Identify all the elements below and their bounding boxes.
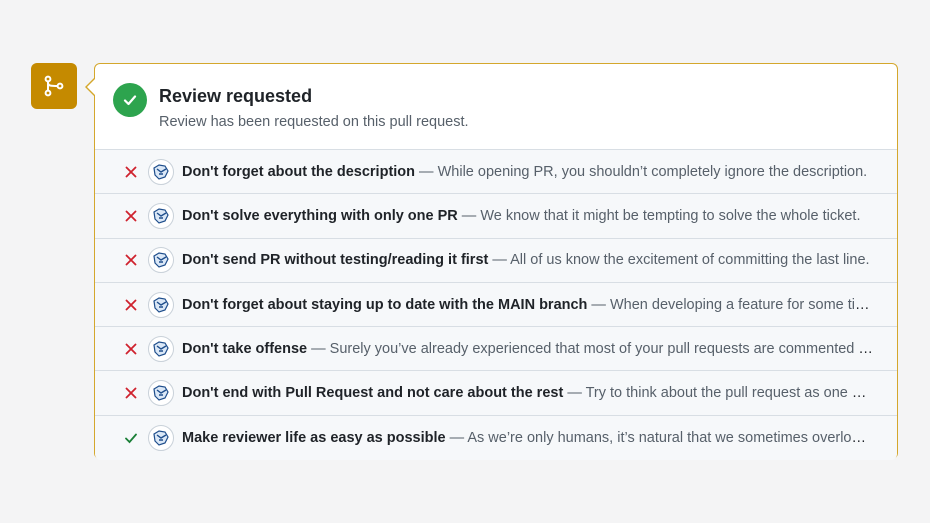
check-separator: — [563, 385, 586, 402]
check-separator: — [457, 207, 481, 224]
x-icon [122, 296, 140, 314]
check-description: We know that it might be tempting to sol… [480, 207, 861, 224]
header-title: Review requested [159, 86, 313, 106]
check-separator: — [307, 340, 330, 357]
check-separator: — [587, 296, 610, 313]
x-icon [122, 340, 140, 358]
check-separator: — [415, 163, 438, 180]
card-caret-fill [87, 79, 95, 95]
check-title: Don't forget about staying up to date wi… [182, 296, 588, 313]
check-row[interactable]: Don't forget about staying up to date wi… [95, 283, 897, 328]
check-text: Don't forget about the description — Whi… [182, 164, 874, 180]
app-avatar-icon [148, 424, 174, 451]
check-row[interactable]: Don't solve everything with only one PR … [95, 194, 897, 239]
review-panel: Review requested Review has been request… [0, 0, 930, 523]
check-row[interactable]: Make reviewer life as easy as possible —… [95, 416, 897, 460]
check-description: As we’re only humans, it’s natural that … [467, 429, 874, 446]
check-title: Make reviewer life as easy as possible [182, 429, 446, 446]
check-row[interactable]: Don't forget about the description — Whi… [95, 150, 897, 195]
check-text: Don't take offense — Surely you’ve alrea… [182, 341, 874, 357]
check-separator: — [445, 429, 468, 446]
x-icon [122, 384, 140, 402]
checks-list: Don't forget about the description — Whi… [95, 150, 897, 461]
check-title: Don't take offense [182, 340, 308, 357]
app-avatar-icon [148, 380, 174, 407]
check-text: Don't solve everything with only one PR … [182, 208, 874, 224]
check-circle-icon [113, 83, 147, 117]
check-icon [122, 429, 140, 447]
check-description: When developing a feature for some time. [609, 296, 874, 313]
merge-badge [31, 63, 77, 109]
check-text: Don't forget about staying up to date wi… [182, 297, 874, 313]
x-icon [122, 163, 140, 181]
check-row[interactable]: Don't send PR without testing/reading it… [95, 239, 897, 283]
git-branch-icon [44, 75, 64, 97]
check-description: Try to think about the pull request as o… [585, 385, 874, 402]
check-description: Surely you’ve already experienced that m… [329, 340, 874, 357]
check-description: All of us know the excitement of committ… [510, 252, 870, 269]
check-title: Don't solve everything with only one PR [182, 207, 458, 224]
check-title: Don't end with Pull Request and not care… [182, 385, 564, 402]
check-row[interactable]: Don't take offense — Surely you’ve alrea… [95, 327, 897, 372]
app-avatar-icon [148, 158, 174, 185]
app-avatar-icon [148, 247, 174, 274]
x-icon [122, 251, 140, 269]
review-card: Review requested Review has been request… [94, 63, 898, 461]
app-avatar-icon [148, 291, 174, 318]
check-description: While opening PR, you shouldn’t complete… [437, 163, 868, 180]
check-row[interactable]: Don't end with Pull Request and not care… [95, 371, 897, 416]
check-text: Make reviewer life as easy as possible —… [182, 430, 874, 446]
app-avatar-icon [148, 202, 174, 229]
review-header: Review requested Review has been request… [95, 64, 897, 150]
check-title: Don't send PR without testing/reading it… [182, 252, 489, 269]
app-avatar-icon [148, 335, 174, 362]
check-title: Don't forget about the description [182, 163, 416, 180]
x-icon [122, 207, 140, 225]
header-subtitle: Review has been requested on this pull r… [159, 114, 469, 130]
check-separator: — [488, 252, 511, 269]
check-text: Don't end with Pull Request and not care… [182, 385, 874, 401]
check-text: Don't send PR without testing/reading it… [182, 252, 874, 268]
